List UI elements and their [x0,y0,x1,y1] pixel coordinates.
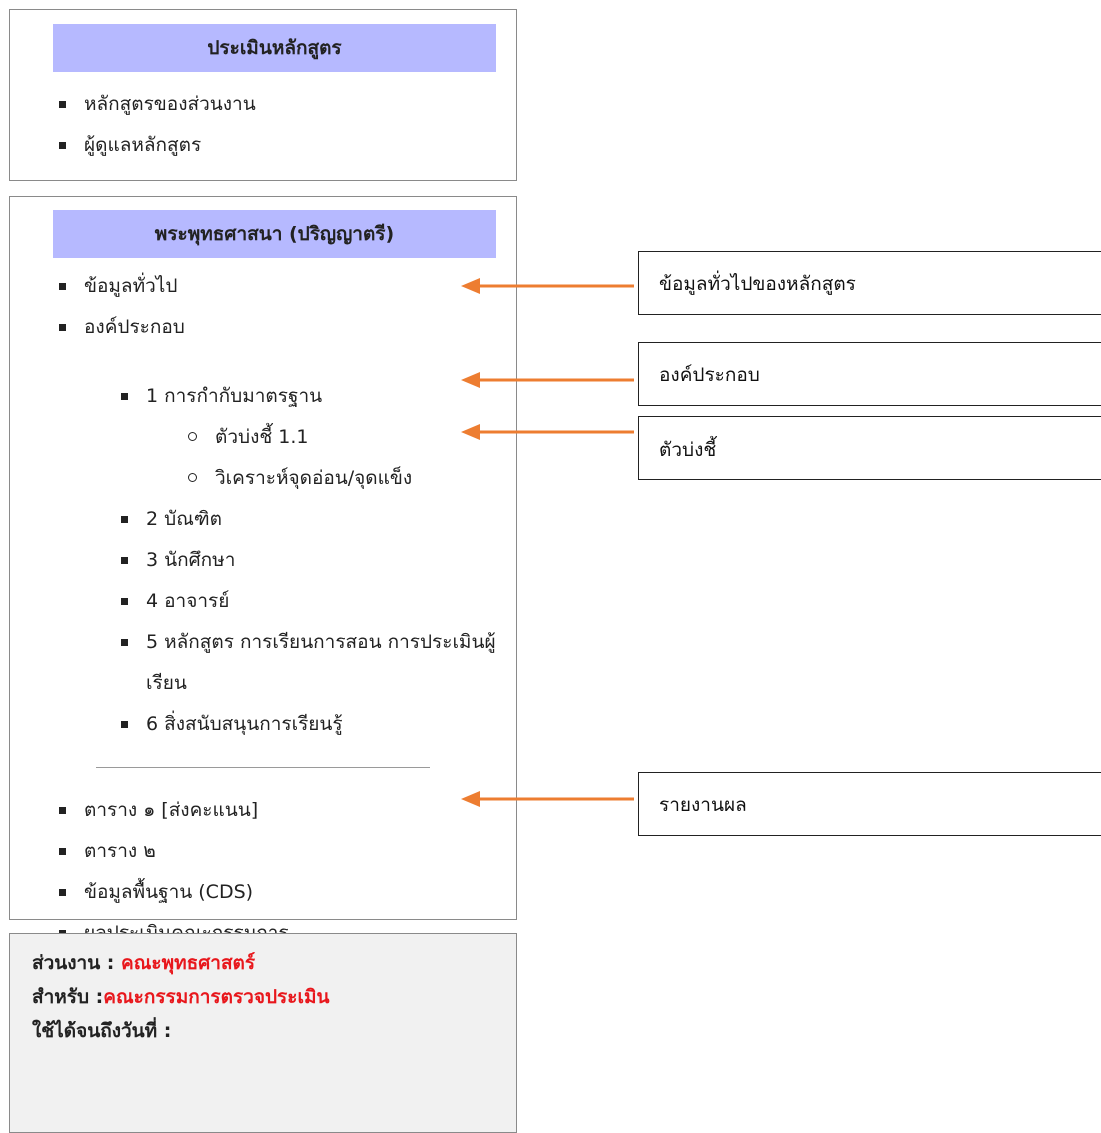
arrow-general-info [461,278,634,294]
arrow-report [461,791,634,807]
arrow-indicators [461,424,634,440]
arrow-components [461,372,634,388]
callout-arrows [461,278,634,807]
